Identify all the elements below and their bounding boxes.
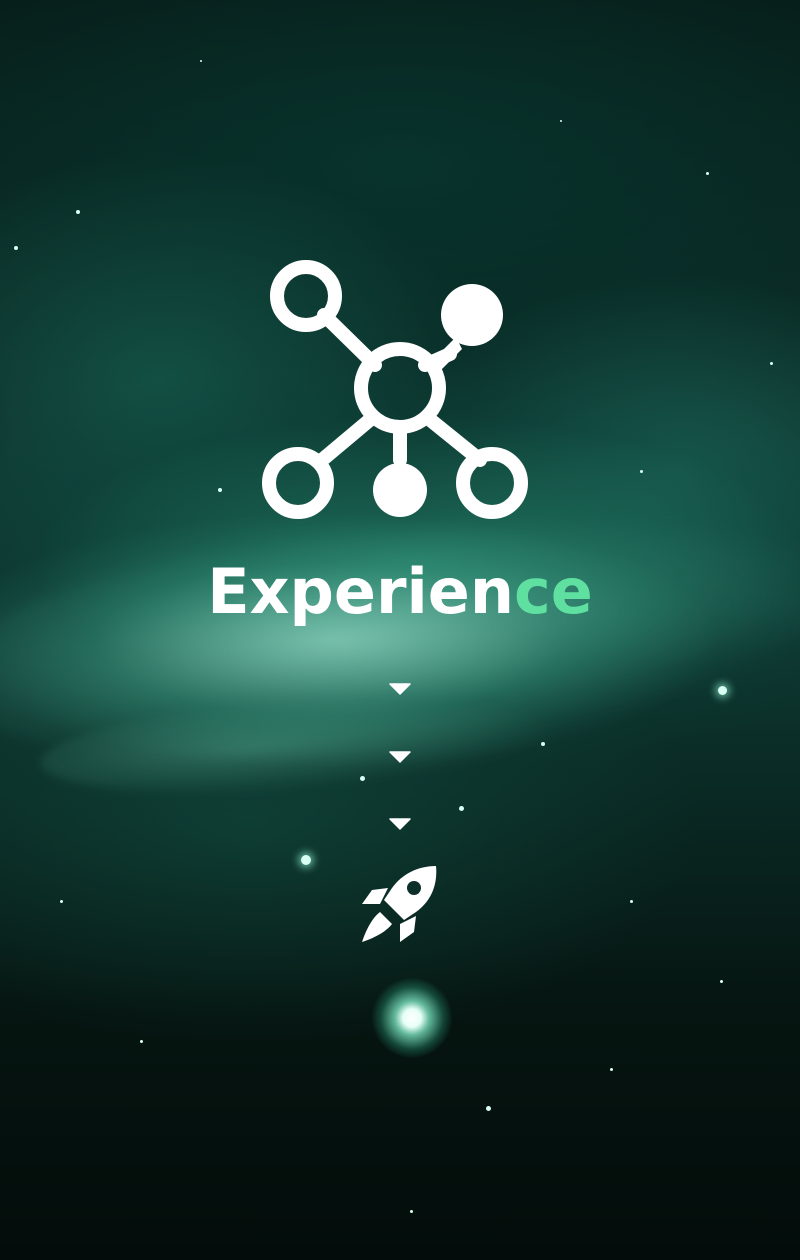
brand-title-main: Experien <box>207 555 514 628</box>
star <box>770 362 773 365</box>
star <box>706 172 709 175</box>
star <box>76 210 80 214</box>
star <box>218 488 222 492</box>
star <box>200 60 202 62</box>
chevron-down-icon <box>389 683 411 695</box>
chevron-down-icon <box>389 751 411 763</box>
star <box>410 1210 413 1213</box>
star <box>640 470 643 473</box>
star <box>360 776 365 781</box>
rocket-icon[interactable] <box>358 862 442 946</box>
splash-screen: Experience <box>0 0 800 1260</box>
star <box>140 1040 143 1043</box>
bright-star <box>372 978 452 1058</box>
brand-title: Experience <box>0 556 800 628</box>
star <box>486 1106 491 1111</box>
star <box>14 246 18 250</box>
network-nodes-icon <box>262 260 528 519</box>
star <box>630 900 633 903</box>
star <box>720 980 723 983</box>
star <box>560 120 562 122</box>
star <box>459 806 464 811</box>
star <box>610 1068 613 1071</box>
brand-title-accent: ce <box>513 555 593 628</box>
star <box>60 900 63 903</box>
star <box>541 742 545 746</box>
star <box>301 855 311 865</box>
star <box>718 686 727 695</box>
chevron-down-icon <box>389 818 411 830</box>
